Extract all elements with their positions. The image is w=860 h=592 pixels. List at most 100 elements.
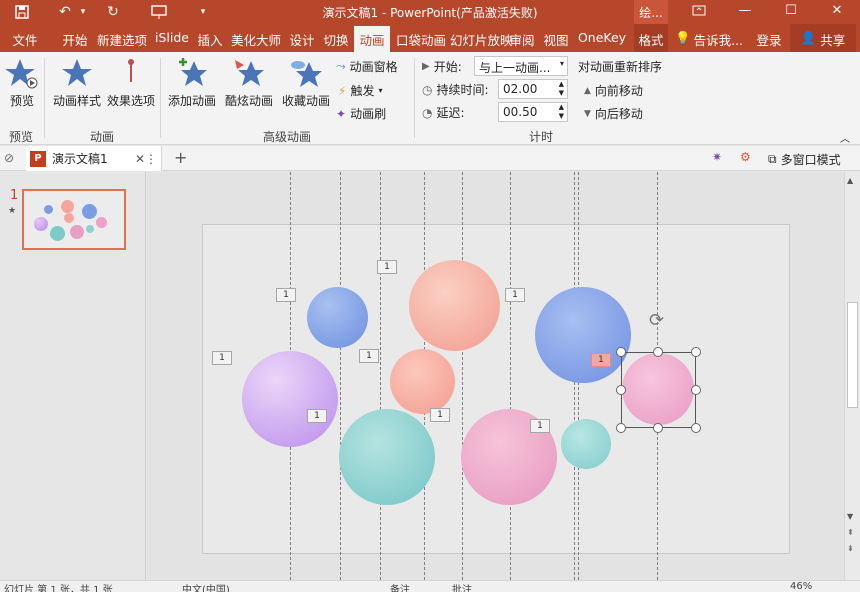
duration-value: 02.00: [503, 82, 538, 96]
animation-order-badge[interactable]: 1: [505, 288, 525, 302]
move-earlier-button[interactable]: ▲ 向前移动: [584, 82, 643, 99]
close-tab-icon[interactable]: ✕: [135, 152, 145, 166]
login-button[interactable]: 登录: [752, 24, 786, 52]
tab-review[interactable]: 审阅: [506, 24, 538, 52]
circle-shape[interactable]: [242, 351, 338, 447]
multi-window-button[interactable]: ⧉ 多窗口模式: [768, 151, 841, 168]
next-slide-icon[interactable]: ⇟: [847, 544, 854, 553]
resize-handle[interactable]: [616, 385, 626, 395]
tab-pocket-animation[interactable]: 口袋动画: [394, 24, 448, 52]
tab-design[interactable]: 设计: [286, 24, 318, 52]
separator: [414, 58, 415, 138]
start-select[interactable]: 与上一动画... ▾: [474, 56, 568, 76]
duration-input[interactable]: 02.00 ▲ ▼: [498, 79, 568, 99]
circle-shape[interactable]: [561, 419, 611, 469]
scroll-thumb[interactable]: [847, 302, 858, 408]
thumb-circle: [82, 204, 97, 219]
guide-line: [462, 172, 463, 580]
move-later-button[interactable]: ▼ 向后移动: [584, 105, 643, 122]
animation-order-badge[interactable]: 1: [212, 351, 232, 365]
new-tab-icon[interactable]: +: [174, 148, 187, 167]
ribbon-display-icon[interactable]: [676, 0, 722, 24]
vertical-scrollbar[interactable]: ▲ ▼ ⇞ ⇟: [844, 172, 860, 580]
tab-file[interactable]: 文件: [6, 24, 44, 52]
tab-format[interactable]: 格式: [634, 24, 668, 52]
delay-label: 延迟:: [436, 106, 465, 120]
tab-animations[interactable]: 动画: [354, 26, 390, 52]
sparkle-icon[interactable]: ✷: [712, 150, 722, 164]
resize-handle[interactable]: [616, 423, 626, 433]
circle-shape[interactable]: [307, 287, 368, 348]
delay-input[interactable]: 00.50 ▲ ▼: [498, 102, 568, 122]
trigger-button[interactable]: ⚡ 触发 ▾: [338, 82, 382, 99]
share-button[interactable]: 👤 共享: [790, 24, 856, 52]
tab-onekey[interactable]: OneKey: [574, 24, 630, 52]
scroll-down-icon[interactable]: ▼: [847, 512, 853, 521]
tab-beautify-master[interactable]: 美化大师: [228, 24, 284, 52]
animation-order-badge[interactable]: 1: [359, 349, 379, 363]
animation-order-badge[interactable]: 1: [276, 288, 296, 302]
zoom-level[interactable]: 46%: [790, 581, 812, 592]
animation-order-badge[interactable]: 1: [530, 419, 550, 433]
drawing-tools-context[interactable]: 绘...: [634, 0, 668, 24]
resize-handle[interactable]: [691, 423, 701, 433]
tab-islide[interactable]: iSlide: [152, 24, 192, 52]
spinner-icon[interactable]: ▲ ▼: [559, 80, 564, 98]
circle-shape[interactable]: [390, 349, 455, 414]
tab-slideshow[interactable]: 幻灯片放映: [450, 24, 513, 52]
animation-styles-button[interactable]: 动画样式: [50, 56, 104, 109]
scroll-up-icon[interactable]: ▲: [847, 176, 853, 185]
tell-me-label: 告诉我...: [693, 33, 743, 48]
circle-shape[interactable]: [535, 287, 631, 383]
animation-pane-button[interactable]: ⤳ 动画窗格: [336, 58, 398, 75]
document-tab-name: 演示文稿1: [52, 152, 108, 166]
animation-order-badge[interactable]: 1: [430, 408, 450, 422]
slide-thumbnail[interactable]: [22, 189, 126, 250]
tell-me-box[interactable]: 💡 告诉我...: [675, 24, 743, 52]
rotate-handle-icon[interactable]: ⟳: [649, 310, 664, 331]
tab-nav-icon[interactable]: ⊘: [4, 151, 14, 165]
collect-animation-button[interactable]: 收藏动画: [278, 56, 334, 109]
minimize-button[interactable]: —: [722, 0, 768, 24]
resize-handle[interactable]: [691, 347, 701, 357]
resize-handle[interactable]: [616, 347, 626, 357]
settings-gear-icon[interactable]: ⚙: [740, 150, 751, 164]
language[interactable]: 中文(中国): [182, 581, 230, 592]
collapse-ribbon-icon[interactable]: ︿: [840, 130, 850, 145]
resize-handle[interactable]: [691, 385, 701, 395]
selection-box[interactable]: [621, 352, 696, 428]
animation-order-badge[interactable]: 1: [307, 409, 327, 423]
tab-view[interactable]: 视图: [540, 24, 572, 52]
move-later-label: 向后移动: [594, 107, 643, 121]
cool-animation-button[interactable]: 酷炫动画: [222, 56, 276, 109]
cloud-star-icon: [291, 61, 322, 87]
comments-button[interactable]: 批注: [452, 581, 472, 592]
add-animation-button[interactable]: 添加动画: [164, 56, 220, 109]
resize-handle[interactable]: [653, 347, 663, 357]
tab-home[interactable]: 开始: [58, 24, 92, 52]
close-button[interactable]: ✕: [814, 0, 860, 24]
spinner-icon[interactable]: ▲ ▼: [559, 103, 564, 121]
effect-options-button[interactable]: 效果选项: [104, 56, 158, 109]
circle-shape[interactable]: [409, 260, 500, 351]
circle-shape[interactable]: [339, 409, 435, 505]
guide-line: [340, 172, 341, 580]
selected-animation-badge[interactable]: 1: [591, 353, 611, 367]
animation-order-badge[interactable]: 1: [377, 260, 397, 274]
collect-animation-label: 收藏动画: [281, 94, 330, 108]
document-tab[interactable]: P 演示文稿1 ✕ ⋮: [26, 146, 162, 171]
delay-value: 00.50: [503, 105, 538, 119]
notes-button[interactable]: 备注: [390, 581, 410, 592]
tab-insert[interactable]: 插入: [194, 24, 226, 52]
tab-new-options[interactable]: 新建选项: [94, 24, 150, 52]
animation-painter-button[interactable]: ✦ 动画刷: [336, 105, 386, 122]
tab-menu-icon[interactable]: ⋮: [145, 152, 157, 166]
resize-handle[interactable]: [653, 423, 663, 433]
effect-options-label: 效果选项: [106, 94, 155, 108]
thumb-circle: [61, 200, 74, 213]
preview-button[interactable]: 预览: [2, 56, 42, 109]
slide-info: 幻灯片 第 1 张，共 1 张: [4, 585, 113, 592]
previous-slide-icon[interactable]: ⇞: [847, 528, 854, 537]
tab-transitions[interactable]: 切换: [320, 24, 352, 52]
restore-button[interactable]: ☐: [768, 0, 814, 24]
